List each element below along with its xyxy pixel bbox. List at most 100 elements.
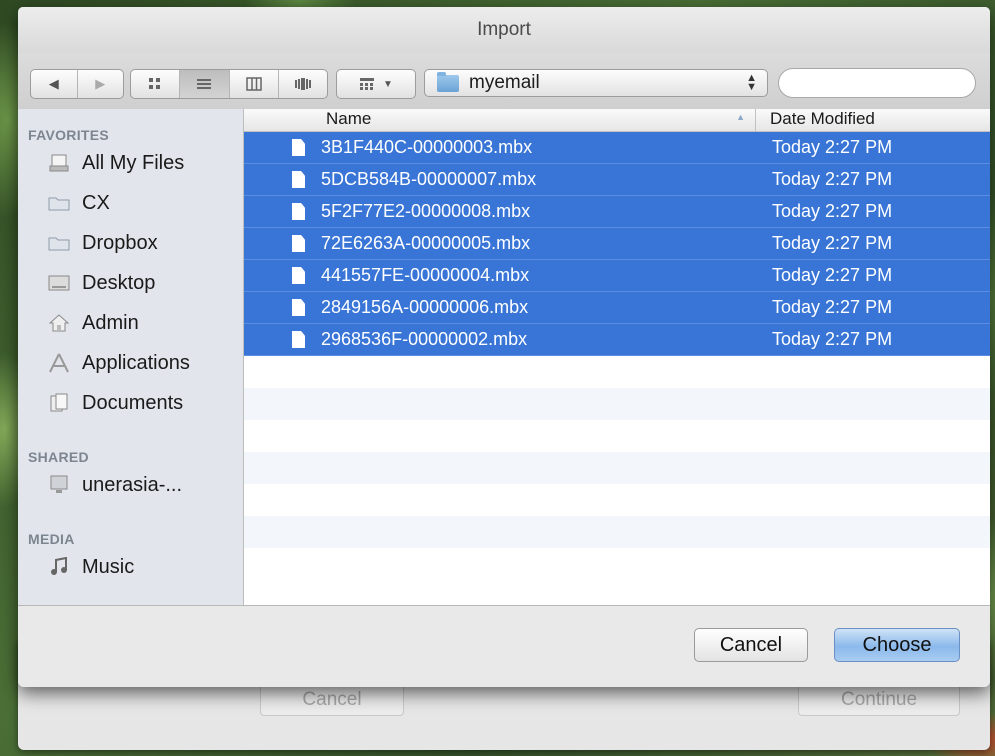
file-name: 2849156A-00000006.mbx <box>321 297 529 317</box>
forward-button[interactable]: ▶ <box>78 70 124 98</box>
browser-area: FAVORITES All My Files CX Dropbox Deskto… <box>18 109 990 605</box>
applications-icon <box>48 353 70 373</box>
file-date: Today 2:27 PM <box>772 233 893 253</box>
sidebar-item-applications[interactable]: Applications <box>18 343 243 383</box>
date-column-header[interactable]: Date Modified <box>756 109 990 131</box>
documents-icon <box>48 393 70 413</box>
file-row[interactable]: 5DCB584B-00000007.mbx Today 2:27 PM <box>244 164 990 196</box>
file-row[interactable]: 441557FE-00000004.mbx Today 2:27 PM <box>244 260 990 292</box>
document-icon <box>292 139 305 156</box>
folder-icon <box>437 71 459 92</box>
icon-view-icon <box>149 78 161 89</box>
view-mode-control <box>130 69 328 99</box>
empty-row <box>244 548 990 580</box>
arrange-grid-icon <box>360 78 375 90</box>
empty-row <box>244 452 990 484</box>
document-icon <box>292 235 305 252</box>
file-date: Today 2:27 PM <box>772 265 893 285</box>
sidebar-item-label: Applications <box>82 351 190 374</box>
sidebar-header-shared: SHARED <box>28 449 89 465</box>
file-name: 5F2F77E2-00000008.mbx <box>321 201 531 221</box>
empty-row <box>244 420 990 452</box>
column-view-icon <box>245 77 262 91</box>
file-row[interactable]: 72E6263A-00000005.mbx Today 2:27 PM <box>244 228 990 260</box>
coverflow-view-button[interactable] <box>279 70 327 98</box>
document-icon <box>292 203 305 220</box>
sidebar-item-cx[interactable]: CX <box>18 183 243 223</box>
dialog-footer: Cancel Choose <box>18 605 990 687</box>
sidebar-item-label: Music <box>82 555 135 578</box>
file-row[interactable]: 5F2F77E2-00000008.mbx Today 2:27 PM <box>244 196 990 228</box>
monitor-icon <box>48 475 70 495</box>
sidebar-item-label: All My Files <box>82 151 185 174</box>
underlying-cancel-button: Cancel <box>260 684 404 716</box>
file-row[interactable]: 2849156A-00000006.mbx Today 2:27 PM <box>244 292 990 324</box>
music-icon <box>48 557 70 577</box>
document-icon <box>292 171 305 188</box>
empty-row <box>244 484 990 516</box>
sidebar-item-music[interactable]: Music <box>18 547 243 587</box>
toolbar: ◀ ▶ ▼ myemail ▲ ▼ <box>18 53 990 110</box>
sidebar-item-all-my-files[interactable]: All My Files <box>18 143 243 183</box>
file-date: Today 2:27 PM <box>772 169 893 189</box>
folder-icon <box>48 193 70 213</box>
search-field[interactable] <box>778 68 990 98</box>
file-list: Name ▲ Date Modified 3B1F440C-00000003.m… <box>244 109 990 605</box>
all-files-icon <box>48 153 70 173</box>
location-popup[interactable]: myemail ▲ ▼ <box>424 69 768 97</box>
sort-ascending-icon: ▲ <box>736 112 745 122</box>
file-name: 2968536F-00000002.mbx <box>321 329 528 349</box>
icon-view-button[interactable] <box>131 70 181 98</box>
coverflow-view-icon <box>294 78 311 90</box>
sidebar-item-dropbox[interactable]: Dropbox <box>18 223 243 263</box>
column-header: Name ▲ Date Modified <box>244 109 990 132</box>
sidebar: FAVORITES All My Files CX Dropbox Deskto… <box>18 109 244 605</box>
back-arrow-icon: ◀ <box>48 76 59 91</box>
name-column-header[interactable]: Name ▲ <box>244 109 756 131</box>
file-row[interactable]: 2968536F-00000002.mbx Today 2:27 PM <box>244 324 990 356</box>
cancel-button[interactable]: Cancel <box>694 628 808 662</box>
sidebar-item-label: Documents <box>82 391 184 414</box>
sidebar-item-label: Admin <box>82 311 139 334</box>
list-view-icon <box>197 79 212 89</box>
document-icon <box>292 331 305 348</box>
forward-arrow-icon: ▶ <box>95 76 106 91</box>
sidebar-item-label: CX <box>82 191 110 214</box>
underlying-continue-button: Continue <box>798 684 960 716</box>
sidebar-item-desktop[interactable]: Desktop <box>18 263 243 303</box>
column-view-button[interactable] <box>230 70 279 98</box>
sidebar-item-documents[interactable]: Documents <box>18 383 243 423</box>
file-date: Today 2:27 PM <box>772 137 893 157</box>
file-date: Today 2:27 PM <box>772 201 893 221</box>
list-view-button[interactable] <box>180 70 230 98</box>
empty-row <box>244 516 990 548</box>
sidebar-item-label: unerasia-... <box>82 473 183 496</box>
sidebar-header-media: MEDIA <box>28 531 75 547</box>
dialog-title: Import <box>18 7 990 53</box>
file-row[interactable]: 3B1F440C-00000003.mbx Today 2:27 PM <box>244 132 990 164</box>
file-name: 3B1F440C-00000003.mbx <box>321 137 533 157</box>
location-label: myemail <box>469 72 540 93</box>
chevron-down-icon: ▼ <box>383 78 393 90</box>
document-icon <box>292 267 305 284</box>
back-forward-control: ◀ ▶ <box>30 69 124 99</box>
date-column-label: Date Modified <box>770 109 875 128</box>
sidebar-header-favorites: FAVORITES <box>28 127 110 143</box>
empty-row <box>244 356 990 388</box>
sidebar-item-admin[interactable]: Admin <box>18 303 243 343</box>
file-name: 441557FE-00000004.mbx <box>321 265 530 285</box>
sidebar-item-label: Dropbox <box>82 231 158 254</box>
back-button[interactable]: ◀ <box>31 70 78 98</box>
file-name: 5DCB584B-00000007.mbx <box>321 169 537 189</box>
file-date: Today 2:27 PM <box>772 297 893 317</box>
search-input[interactable] <box>789 70 990 96</box>
sidebar-item-label: Desktop <box>82 271 156 294</box>
folder-icon <box>48 233 70 253</box>
empty-row <box>244 388 990 420</box>
arrange-menu-button[interactable]: ▼ <box>336 69 416 99</box>
sidebar-item-unerasia[interactable]: unerasia-... <box>18 465 243 505</box>
file-date: Today 2:27 PM <box>772 329 893 349</box>
document-icon <box>292 299 305 316</box>
name-column-label: Name <box>326 109 372 128</box>
choose-button[interactable]: Choose <box>834 628 960 662</box>
